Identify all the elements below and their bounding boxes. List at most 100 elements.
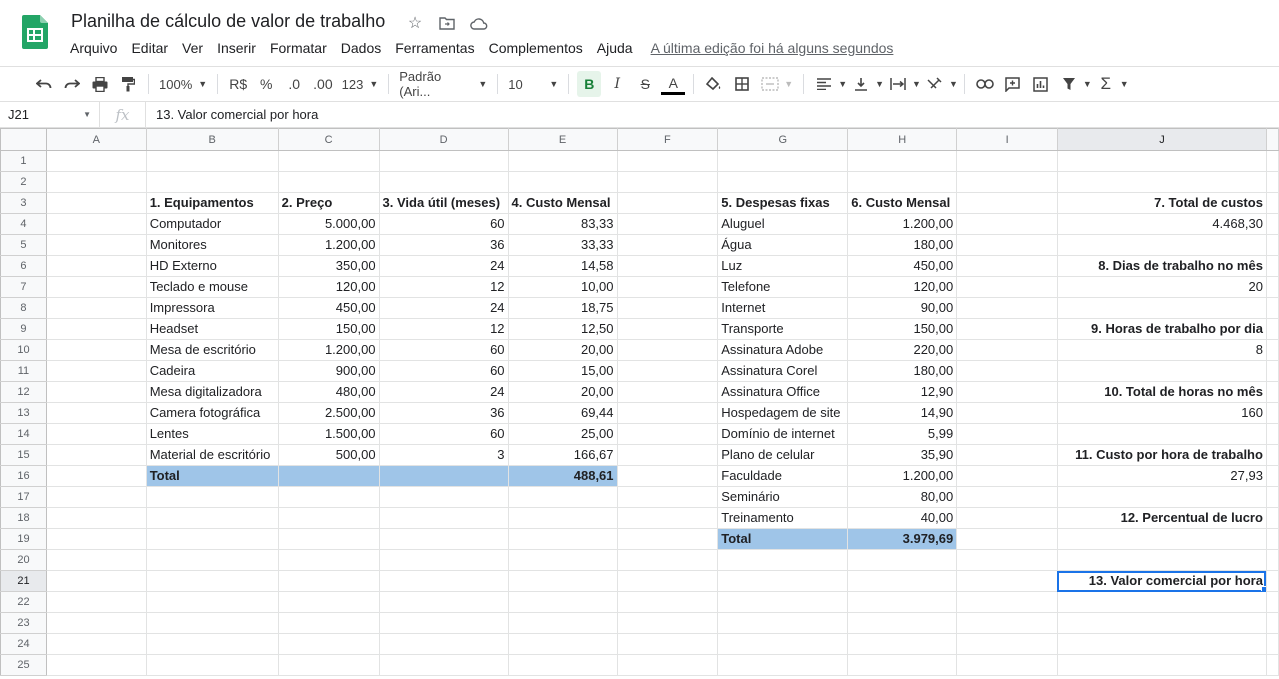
cell-a10[interactable]: [45, 339, 147, 361]
cell-i10[interactable]: [956, 339, 1058, 361]
cell-a11[interactable]: [45, 360, 147, 382]
cell-d7[interactable]: 12: [378, 276, 509, 298]
column-header-e[interactable]: E: [507, 128, 618, 151]
cell-c16[interactable]: [277, 465, 380, 487]
cell-g8[interactable]: Internet: [717, 297, 849, 319]
cell-d18[interactable]: [378, 507, 509, 529]
row-header[interactable]: 14: [0, 423, 47, 445]
cell-a3[interactable]: [45, 192, 147, 214]
cell-j22[interactable]: [1056, 591, 1267, 613]
cell-a4[interactable]: [45, 213, 147, 235]
row-header[interactable]: 1: [0, 150, 47, 172]
cell-a8[interactable]: [45, 297, 147, 319]
row-header[interactable]: 24: [0, 633, 47, 655]
cell-b8[interactable]: Impressora: [145, 297, 279, 319]
cell-j4[interactable]: 4.468,30: [1056, 213, 1267, 235]
cell-j12[interactable]: 10. Total de horas no mês: [1056, 381, 1267, 403]
cell-g1[interactable]: [717, 150, 849, 172]
cell-i15[interactable]: [956, 444, 1058, 466]
cell-b12[interactable]: Mesa digitalizadora: [145, 381, 279, 403]
cell-h17[interactable]: 80,00: [847, 486, 958, 508]
cell-f3[interactable]: [616, 192, 719, 214]
cell-a12[interactable]: [45, 381, 147, 403]
cell-e19[interactable]: [507, 528, 618, 550]
cell-c22[interactable]: [277, 591, 380, 613]
cell-c25[interactable]: [277, 654, 380, 676]
row-header[interactable]: 17: [0, 486, 47, 508]
cell-f12[interactable]: [616, 381, 719, 403]
cell-a24[interactable]: [45, 633, 147, 655]
cell-d21[interactable]: [378, 570, 509, 592]
cell-b3[interactable]: 1. Equipamentos: [145, 192, 279, 214]
cell-i6[interactable]: [956, 255, 1058, 277]
cell-j8[interactable]: [1056, 297, 1267, 319]
cell-a14[interactable]: [45, 423, 147, 445]
cell-c5[interactable]: 1.200,00: [277, 234, 380, 256]
menu-complementos[interactable]: Complementos: [483, 38, 589, 58]
cell-d25[interactable]: [378, 654, 509, 676]
cell-i1[interactable]: [956, 150, 1058, 172]
cell-e9[interactable]: 12,50: [507, 318, 618, 340]
cell-i5[interactable]: [956, 234, 1058, 256]
cell-a21[interactable]: [45, 570, 147, 592]
cell-e10[interactable]: 20,00: [507, 339, 618, 361]
cell-i9[interactable]: [956, 318, 1058, 340]
cell-j23[interactable]: [1056, 612, 1267, 634]
cell-f4[interactable]: [616, 213, 719, 235]
chevron-down-icon[interactable]: ▼: [949, 79, 958, 89]
row-header[interactable]: 8: [0, 297, 47, 319]
cell-h22[interactable]: [847, 591, 958, 613]
cell-f21[interactable]: [616, 570, 719, 592]
font-size-select[interactable]: 10 ▼: [504, 71, 562, 97]
undo-icon[interactable]: [32, 71, 56, 97]
cell-c2[interactable]: [277, 171, 380, 193]
cell-e11[interactable]: 15,00: [507, 360, 618, 382]
cell-h13[interactable]: 14,90: [847, 402, 958, 424]
document-title[interactable]: Planilha de cálculo de valor de trabalho: [71, 11, 385, 32]
row-header[interactable]: 16: [0, 465, 47, 487]
cell-b24[interactable]: [145, 633, 279, 655]
cell-a23[interactable]: [45, 612, 147, 634]
cell-d10[interactable]: 60: [378, 339, 509, 361]
cell-g22[interactable]: [717, 591, 849, 613]
cell-e21[interactable]: [507, 570, 618, 592]
cell-j14[interactable]: [1056, 423, 1267, 445]
cell-a19[interactable]: [45, 528, 147, 550]
cell-b9[interactable]: Headset: [145, 318, 279, 340]
row-header[interactable]: 9: [0, 318, 47, 340]
cell-a18[interactable]: [45, 507, 147, 529]
cell-h20[interactable]: [847, 549, 958, 571]
cell-j7[interactable]: 20: [1056, 276, 1267, 298]
cell-c15[interactable]: 500,00: [277, 444, 380, 466]
cell-f22[interactable]: [616, 591, 719, 613]
cell-h3[interactable]: 6. Custo Mensal: [847, 192, 958, 214]
cell-d8[interactable]: 24: [378, 297, 509, 319]
cell-g5[interactable]: Água: [717, 234, 849, 256]
cell-a25[interactable]: [45, 654, 147, 676]
cell-f5[interactable]: [616, 234, 719, 256]
cell-g23[interactable]: [717, 612, 849, 634]
row-header[interactable]: 23: [0, 612, 47, 634]
column-header-i[interactable]: I: [956, 128, 1058, 151]
cell-c8[interactable]: 450,00: [277, 297, 380, 319]
cell-c14[interactable]: 1.500,00: [277, 423, 380, 445]
cell-e6[interactable]: 14,58: [507, 255, 618, 277]
cell-c3[interactable]: 2. Preço: [277, 192, 380, 214]
cell-c11[interactable]: 900,00: [277, 360, 380, 382]
cell-h19[interactable]: 3.979,69: [847, 528, 958, 550]
cell-f24[interactable]: [616, 633, 719, 655]
row-header[interactable]: 3: [0, 192, 47, 214]
cell-g13[interactable]: Hospedagem de site: [717, 402, 849, 424]
cell-b23[interactable]: [145, 612, 279, 634]
cell-i23[interactable]: [956, 612, 1058, 634]
cell-b1[interactable]: [145, 150, 279, 172]
functions-icon[interactable]: Σ: [1094, 71, 1118, 97]
cell-f1[interactable]: [616, 150, 719, 172]
cell-e8[interactable]: 18,75: [507, 297, 618, 319]
row-header[interactable]: 21: [0, 570, 47, 592]
cell-b15[interactable]: Material de escritório: [145, 444, 279, 466]
cell-a15[interactable]: [45, 444, 147, 466]
cell-b13[interactable]: Camera fotográfica: [145, 402, 279, 424]
cell-b21[interactable]: [145, 570, 279, 592]
cell-d24[interactable]: [378, 633, 509, 655]
